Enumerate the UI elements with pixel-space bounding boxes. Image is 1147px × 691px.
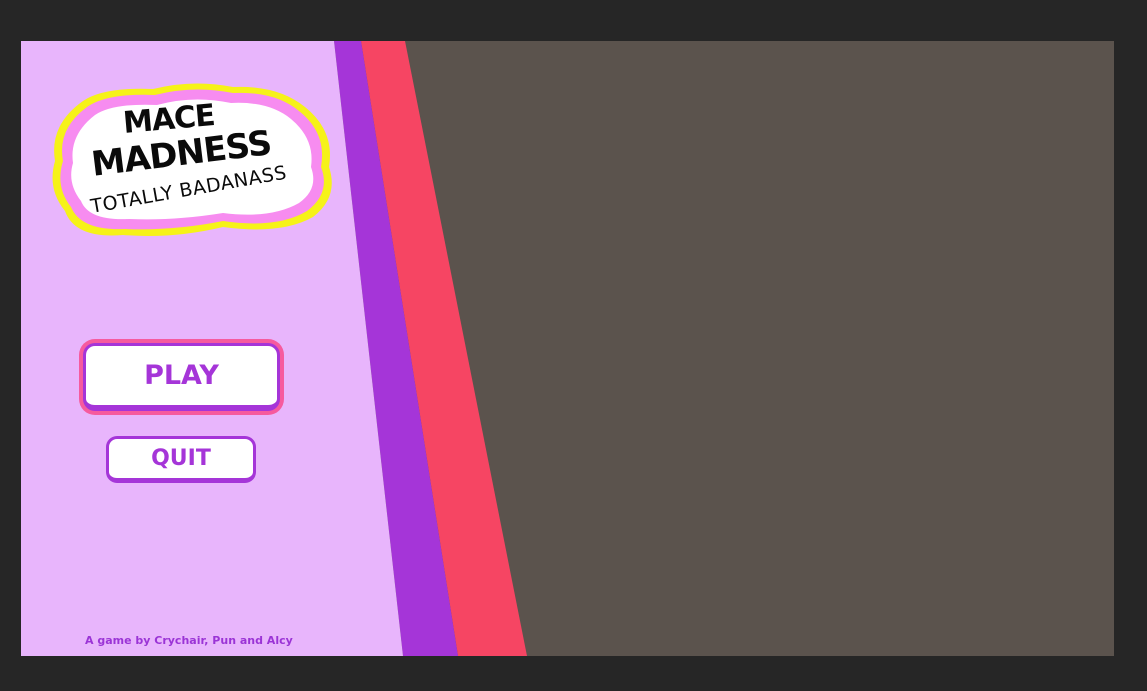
game-logo: MACE MADNESS TOTALLY BADANASS — [43, 79, 333, 239]
quit-button-label: QUIT — [151, 446, 211, 471]
credits-text: A game by Crychair, Pun and Alcy — [85, 634, 293, 647]
play-button-label: PLAY — [144, 360, 219, 391]
game-viewport: MACE MADNESS TOTALLY BADANASS PLAY QUIT … — [21, 41, 1114, 656]
quit-button[interactable]: QUIT — [106, 436, 256, 483]
play-button[interactable]: PLAY — [83, 343, 280, 411]
